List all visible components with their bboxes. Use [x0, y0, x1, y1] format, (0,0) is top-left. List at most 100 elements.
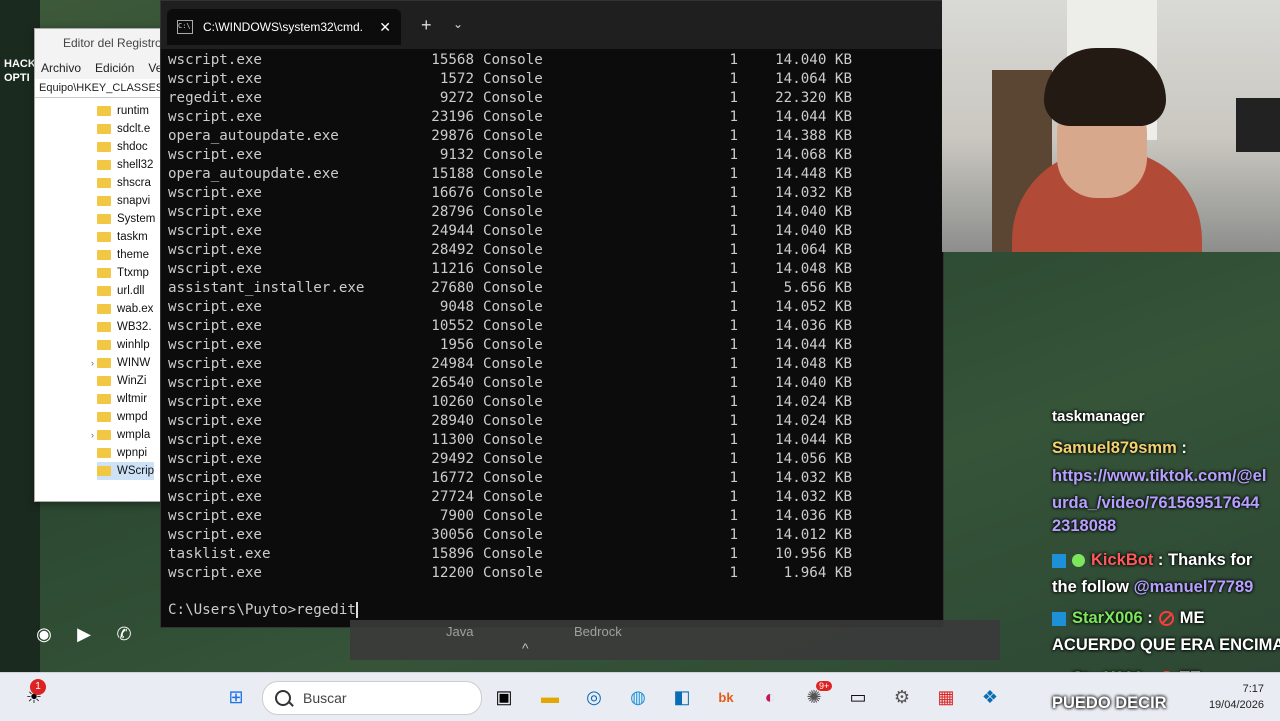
registry-key[interactable]: runtim — [97, 102, 149, 120]
process-name: wscript.exe — [168, 412, 262, 431]
process-name: wscript.exe — [168, 564, 262, 583]
process-name: wscript.exe — [168, 184, 262, 203]
process-session: Console — [483, 260, 543, 279]
process-name: regedit.exe — [168, 89, 262, 108]
chat-username: StarX006 — [1072, 609, 1143, 627]
regedit-address-bar[interactable]: Equipo\HKEY_CLASSES — [35, 79, 170, 98]
regedit-title-bar[interactable]: Editor del Registro — [35, 29, 170, 57]
terminal-tab[interactable]: C:\ C:\WINDOWS\system32\cmd. ✕ — [167, 9, 401, 45]
task-view-icon[interactable]: ▣ — [490, 683, 518, 711]
registry-key-label: taskm — [117, 231, 148, 243]
close-icon[interactable]: ✕ — [379, 19, 391, 36]
menu-archivo[interactable]: Archivo — [41, 61, 81, 75]
store-icon[interactable]: ◧ — [668, 683, 696, 711]
edge-icon[interactable]: ◍ — [624, 683, 652, 711]
app-icon-3[interactable]: ▦ — [932, 683, 960, 711]
process-pid: 15896 — [368, 545, 474, 564]
registry-key[interactable]: wltmir — [97, 390, 147, 408]
process-num: 1 — [688, 355, 738, 374]
expand-icon[interactable]: › — [91, 430, 94, 440]
regedit-window[interactable]: Editor del Registro Archivo Edición Ve E… — [34, 28, 171, 502]
process-mem: 14.024 KB — [748, 393, 852, 412]
webcam-person-hair — [1044, 48, 1166, 126]
process-num: 1 — [688, 412, 738, 431]
chevron-down-icon[interactable]: ⌄ — [453, 17, 463, 31]
process-mem: 14.388 KB — [748, 127, 852, 146]
registry-key[interactable]: Ttxmp — [97, 264, 149, 282]
registry-key[interactable]: snapvi — [97, 192, 150, 210]
settings-icon[interactable]: ⚙ — [888, 683, 916, 711]
process-pid: 15568 — [368, 51, 474, 70]
chevron-up-icon[interactable]: ^ — [522, 640, 529, 656]
search-box[interactable]: Buscar — [262, 681, 482, 715]
registry-key[interactable]: wmpd — [97, 408, 148, 426]
notification-badge: 1 — [30, 679, 46, 695]
process-mem: 14.448 KB — [748, 165, 852, 184]
windows-start-icon[interactable]: ⊞ — [222, 683, 250, 711]
process-mem: 14.044 KB — [748, 336, 852, 355]
bedrock-tab[interactable]: Bedrock — [574, 624, 622, 639]
chat-link[interactable]: 2318088 — [1052, 513, 1116, 540]
process-num: 1 — [688, 279, 738, 298]
expand-icon[interactable]: › — [91, 358, 94, 368]
process-session: Console — [483, 336, 543, 355]
terminal-tab-bar: C:\ C:\WINDOWS\system32\cmd. ✕ + ⌄ — [161, 1, 943, 49]
process-session: Console — [483, 279, 543, 298]
process-session: Console — [483, 431, 543, 450]
process-pid: 11300 — [368, 431, 474, 450]
process-num: 1 — [688, 222, 738, 241]
menu-edicion[interactable]: Edición — [95, 61, 134, 75]
chat-link[interactable]: https://www.tiktok.com/@el — [1052, 463, 1266, 490]
process-mem: 14.048 KB — [748, 355, 852, 374]
terminal-prompt[interactable]: C:\Users\Puyto>regedit — [168, 602, 358, 618]
search-input[interactable]: Buscar — [303, 690, 347, 706]
registry-key[interactable]: theme — [97, 246, 149, 264]
registry-key[interactable]: WINW — [97, 354, 150, 372]
regedit-icon[interactable]: ❖ — [976, 683, 1004, 711]
process-num: 1 — [688, 564, 738, 583]
process-num: 1 — [688, 431, 738, 450]
registry-key[interactable]: wab.ex — [97, 300, 153, 318]
app-icon[interactable]: ◎ — [580, 683, 608, 711]
registry-key-label: WinZi — [117, 375, 146, 387]
process-mem: 14.056 KB — [748, 450, 852, 469]
chat-message: KickBot : Thanks for — [1052, 547, 1252, 574]
process-num: 1 — [688, 469, 738, 488]
process-num: 1 — [688, 488, 738, 507]
terminal-icon[interactable]: ▭ — [844, 683, 872, 711]
browser-icon[interactable]: ◐ — [756, 683, 784, 711]
folder-icon — [97, 412, 111, 422]
process-name: wscript.exe — [168, 507, 262, 526]
process-session: Console — [483, 374, 543, 393]
webcam-monitor — [1236, 98, 1280, 152]
registry-key[interactable]: wmpla — [97, 426, 150, 444]
registry-key[interactable]: WB32. — [97, 318, 152, 336]
kick-badge-icon — [1052, 612, 1066, 626]
process-pid: 28940 — [368, 412, 474, 431]
registry-key[interactable]: sdclt.e — [97, 120, 150, 138]
folder-icon — [97, 250, 111, 260]
registry-key[interactable]: WinZi — [97, 372, 146, 390]
registry-key-label: wltmir — [117, 393, 147, 405]
file-explorer-icon[interactable]: ▬ — [536, 683, 564, 711]
registry-key[interactable]: WScrip — [97, 462, 154, 480]
registry-key[interactable]: shscra — [97, 174, 151, 192]
process-mem: 14.012 KB — [748, 526, 852, 545]
registry-key[interactable]: url.dll — [97, 282, 144, 300]
java-tab[interactable]: Java — [446, 624, 473, 639]
terminal-window[interactable]: C:\ C:\WINDOWS\system32\cmd. ✕ + ⌄ wscri… — [160, 0, 944, 628]
process-mem: 14.036 KB — [748, 317, 852, 336]
webcam-overlay — [942, 0, 1280, 252]
registry-key[interactable]: System — [97, 210, 155, 228]
process-session: Console — [483, 412, 543, 431]
registry-key[interactable]: shell32 — [97, 156, 153, 174]
booking-icon[interactable]: bk — [712, 683, 740, 711]
new-tab-icon[interactable]: + — [421, 15, 432, 36]
process-mem: 14.032 KB — [748, 184, 852, 203]
registry-key[interactable]: wpnpi — [97, 444, 147, 462]
registry-key[interactable]: shdoc — [97, 138, 148, 156]
registry-key[interactable]: taskm — [97, 228, 148, 246]
stream-chat-tail: PUEDO DECIR — [1046, 690, 1280, 720]
process-mem: 14.032 KB — [748, 469, 852, 488]
registry-key[interactable]: winhlp — [97, 336, 150, 354]
